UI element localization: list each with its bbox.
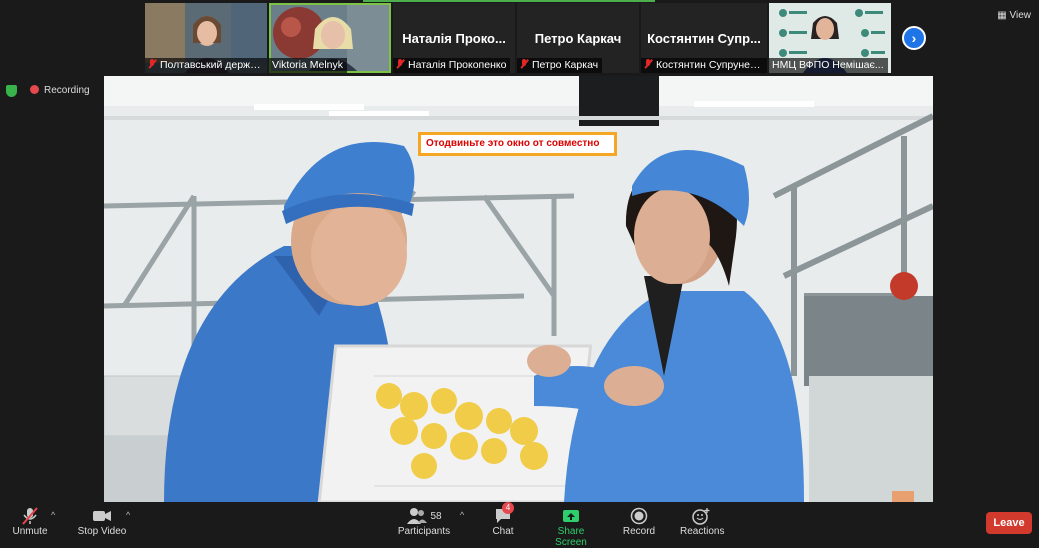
record-button[interactable]: Record [622, 506, 656, 537]
participant-strip: Полтавський держав... Viktoria Melnyk На… [0, 0, 1039, 76]
participant-display-name: Петро Каркач [534, 31, 622, 46]
reactions-button[interactable]: Reactions [680, 506, 725, 537]
encryption-shield-icon[interactable] [6, 85, 17, 97]
recording-dot-icon [30, 85, 39, 94]
grid-view-icon: ▦ [997, 10, 1007, 21]
next-page-button[interactable]: › [902, 26, 926, 50]
participant-tile-6[interactable]: НМЦ ВФПО Немішає... [769, 3, 891, 73]
share-screen-icon [542, 506, 600, 526]
mic-muted-icon [396, 59, 404, 69]
recording-indicator[interactable]: Recording [30, 85, 90, 96]
participants-button[interactable]: 58 Participants [396, 506, 452, 537]
participant-name-label: Костянтин Супруненко [641, 58, 767, 73]
participant-tile-1[interactable]: Полтавський держав... [145, 3, 267, 73]
unmute-button[interactable]: Unmute [10, 506, 50, 537]
participants-label: Participants [397, 526, 451, 537]
participant-name-label: Наталія Прокопенко [393, 58, 511, 73]
view-button[interactable]: ▦ View [997, 10, 1031, 21]
audio-options-caret[interactable]: ^ [51, 510, 55, 520]
unmute-label: Unmute [12, 526, 48, 537]
participant-tile-5[interactable]: Костянтин Супр... Костянтин Супруненко [641, 3, 767, 73]
mic-muted-icon [644, 59, 652, 69]
chat-label: Chat [492, 526, 514, 537]
participant-tile-4[interactable]: Петро Каркач Петро Каркач [517, 3, 639, 73]
stop-video-label: Stop Video [77, 526, 127, 537]
record-label: Record [622, 526, 656, 537]
stop-video-button[interactable]: Stop Video [76, 506, 128, 537]
participant-display-name: Наталія Проко... [402, 31, 506, 46]
participant-tile-2[interactable]: Viktoria Melnyk [269, 3, 391, 73]
share-warning-banner[interactable]: Отодвиньте это окно от совместно [418, 132, 617, 156]
participant-tile-3[interactable]: Наталія Проко... Наталія Прокопенко [393, 3, 515, 73]
mic-muted-icon [148, 59, 156, 69]
video-options-caret[interactable]: ^ [126, 510, 130, 520]
chat-bubble-icon: 4 [488, 502, 518, 526]
participant-name-label: Полтавський держав... [145, 58, 267, 73]
participant-name-label: Петро Каркач [517, 58, 603, 73]
participants-count: 58 [430, 510, 442, 522]
leave-button[interactable]: Leave [986, 512, 1032, 534]
record-icon [622, 506, 656, 526]
reactions-smiley-icon [680, 506, 722, 526]
mic-muted-icon [10, 506, 50, 526]
participants-icon: 58 [396, 506, 452, 526]
participant-name-label: НМЦ ВФПО Немішає... [769, 58, 888, 73]
reactions-label: Reactions [680, 526, 725, 537]
mic-muted-icon [520, 59, 528, 69]
participants-options-caret[interactable]: ^ [460, 510, 464, 520]
participant-display-name: Костянтин Супр... [647, 31, 761, 46]
participant-name-label: Viktoria Melnyk [269, 58, 347, 73]
video-camera-icon [76, 506, 128, 526]
chat-unread-badge: 4 [502, 502, 514, 514]
meeting-toolbar: Unmute ^ Stop Video ^ 58 Participants ^ … [0, 502, 1039, 548]
active-speaker-bar [363, 0, 655, 2]
chat-button[interactable]: 4 Chat [488, 502, 518, 537]
chevron-right-icon: › [911, 30, 917, 46]
share-screen-button[interactable]: Share Screen [542, 506, 600, 548]
